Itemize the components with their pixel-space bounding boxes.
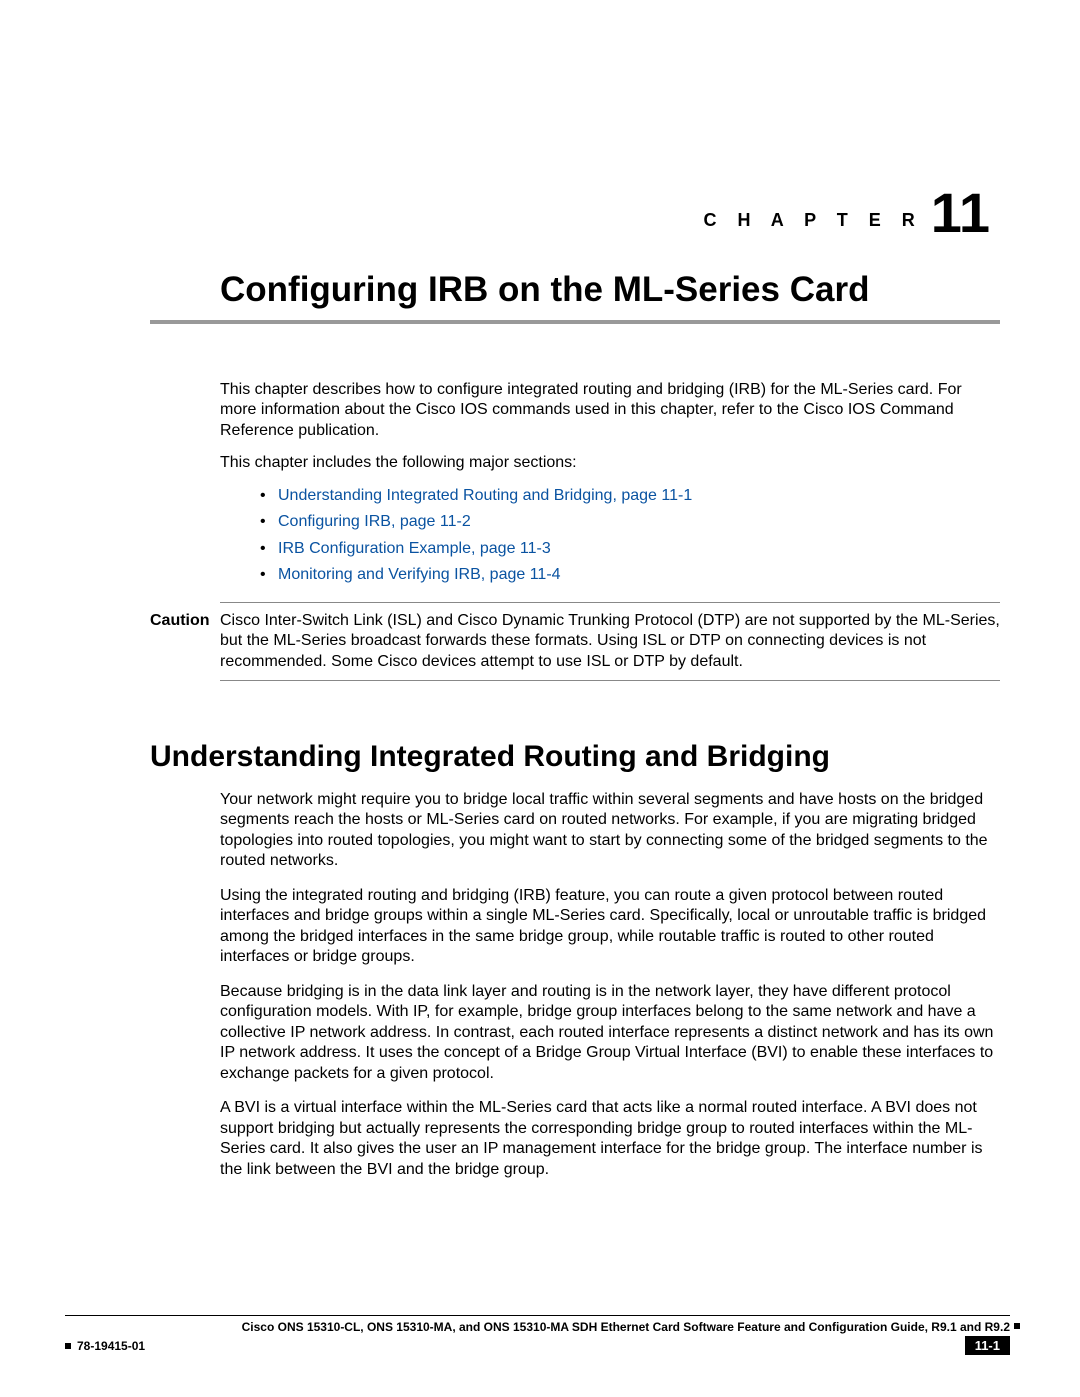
caution-block: Caution Cisco Inter-Switch Link (ISL) an…	[150, 602, 1000, 681]
toc-item: Configuring IRB, page 11-2	[260, 512, 1000, 532]
section-heading: Understanding Integrated Routing and Bri…	[150, 740, 830, 774]
toc-item: Monitoring and Verifying IRB, page 11-4	[260, 565, 1000, 585]
section-paragraph-4: A BVI is a virtual interface within the …	[220, 1098, 1000, 1180]
toc-link-4[interactable]: Monitoring and Verifying IRB, page 11-4	[278, 566, 561, 583]
toc-link-2[interactable]: Configuring IRB, page 11-2	[278, 513, 471, 530]
section-paragraph-2: Using the integrated routing and bridgin…	[220, 886, 1000, 968]
intro-paragraph-2: This chapter includes the following majo…	[220, 453, 1000, 473]
chapter-label: C H A P T E R 11	[703, 180, 990, 245]
caution-label: Caution	[150, 611, 220, 631]
title-rule	[150, 320, 1000, 324]
toc-list: Understanding Integrated Routing and Bri…	[220, 486, 1000, 586]
toc-link-3[interactable]: IRB Configuration Example, page 11-3	[278, 540, 551, 557]
footer-doc-number: 78-19415-01	[65, 1339, 145, 1353]
toc-item: IRB Configuration Example, page 11-3	[260, 539, 1000, 559]
caution-rule-bottom	[220, 680, 1000, 681]
section-paragraph-3: Because bridging is in the data link lay…	[220, 982, 1000, 1084]
footer-book-title: Cisco ONS 15310-CL, ONS 15310-MA, and ON…	[65, 1320, 1010, 1334]
chapter-number: 11	[931, 181, 990, 244]
intro-paragraph-1: This chapter describes how to configure …	[220, 380, 1000, 441]
toc-item: Understanding Integrated Routing and Bri…	[260, 486, 1000, 506]
footer-rule	[65, 1315, 1010, 1316]
page-footer: Cisco ONS 15310-CL, ONS 15310-MA, and ON…	[65, 1315, 1010, 1355]
caution-text: Cisco Inter-Switch Link (ISL) and Cisco …	[220, 611, 1000, 672]
toc-link-1[interactable]: Understanding Integrated Routing and Bri…	[278, 487, 692, 504]
page-title: Configuring IRB on the ML-Series Card	[220, 270, 869, 310]
section-paragraph-1: Your network might require you to bridge…	[220, 790, 1000, 872]
footer-page-number: 11-1	[965, 1336, 1010, 1355]
chapter-word: C H A P T E R	[703, 210, 922, 230]
